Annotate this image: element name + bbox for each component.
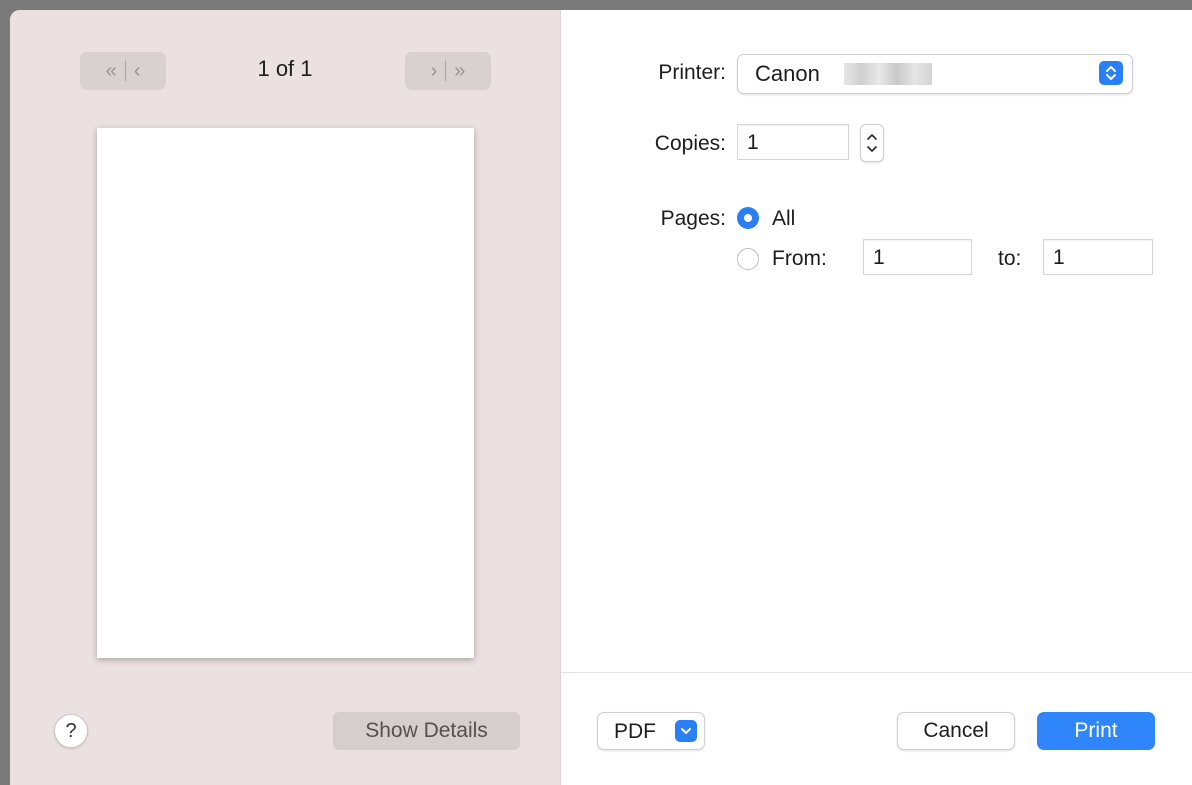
chevron-updown-icon bbox=[1099, 61, 1123, 85]
preview-pane: « ‹ 1 of 1 › » ? Show Details bbox=[10, 10, 561, 785]
chevron-down-icon bbox=[675, 720, 697, 742]
printer-select[interactable]: Canon bbox=[737, 54, 1133, 94]
copies-label: Copies: bbox=[654, 132, 726, 155]
pdf-label: PDF bbox=[614, 720, 656, 743]
help-button[interactable]: ? bbox=[54, 714, 88, 748]
page-preview bbox=[97, 128, 474, 658]
printer-value: Canon bbox=[755, 61, 820, 86]
pages-from-radio[interactable] bbox=[737, 248, 759, 270]
pdf-menu-button[interactable]: PDF bbox=[597, 712, 705, 750]
next-page-icon[interactable]: › bbox=[431, 61, 438, 81]
pages-label: Pages: bbox=[660, 207, 726, 230]
print-button[interactable]: Print bbox=[1037, 712, 1155, 750]
nav-back-group: « ‹ bbox=[80, 52, 166, 90]
copies-field[interactable]: 1 bbox=[737, 124, 849, 160]
nav-separator bbox=[124, 61, 126, 81]
footer-divider bbox=[561, 672, 1192, 673]
redacted-printer-model bbox=[844, 63, 932, 85]
previous-page-icon[interactable]: ‹ bbox=[134, 61, 141, 81]
pages-from-field[interactable]: 1 bbox=[863, 239, 972, 275]
nav-forward-group: › » bbox=[405, 52, 491, 90]
nav-separator bbox=[445, 61, 447, 81]
printer-label: Printer: bbox=[658, 61, 726, 84]
pages-from-label: From: bbox=[772, 247, 827, 270]
settings-pane: Printer: Canon Copies: 1 Pages: All From… bbox=[561, 10, 1192, 785]
pages-all-radio[interactable] bbox=[737, 207, 759, 229]
copies-stepper[interactable] bbox=[860, 124, 884, 162]
last-page-icon[interactable]: » bbox=[454, 61, 465, 81]
pages-all-label: All bbox=[772, 207, 796, 230]
show-details-button[interactable]: Show Details bbox=[333, 712, 520, 750]
page-indicator: 1 of 1 bbox=[257, 56, 313, 81]
print-dialog: « ‹ 1 of 1 › » ? Show Details Printer: C… bbox=[10, 10, 1192, 785]
pages-to-label: to: bbox=[998, 247, 1022, 270]
first-page-icon[interactable]: « bbox=[106, 61, 117, 81]
pages-to-field[interactable]: 1 bbox=[1043, 239, 1153, 275]
cancel-button[interactable]: Cancel bbox=[897, 712, 1015, 750]
